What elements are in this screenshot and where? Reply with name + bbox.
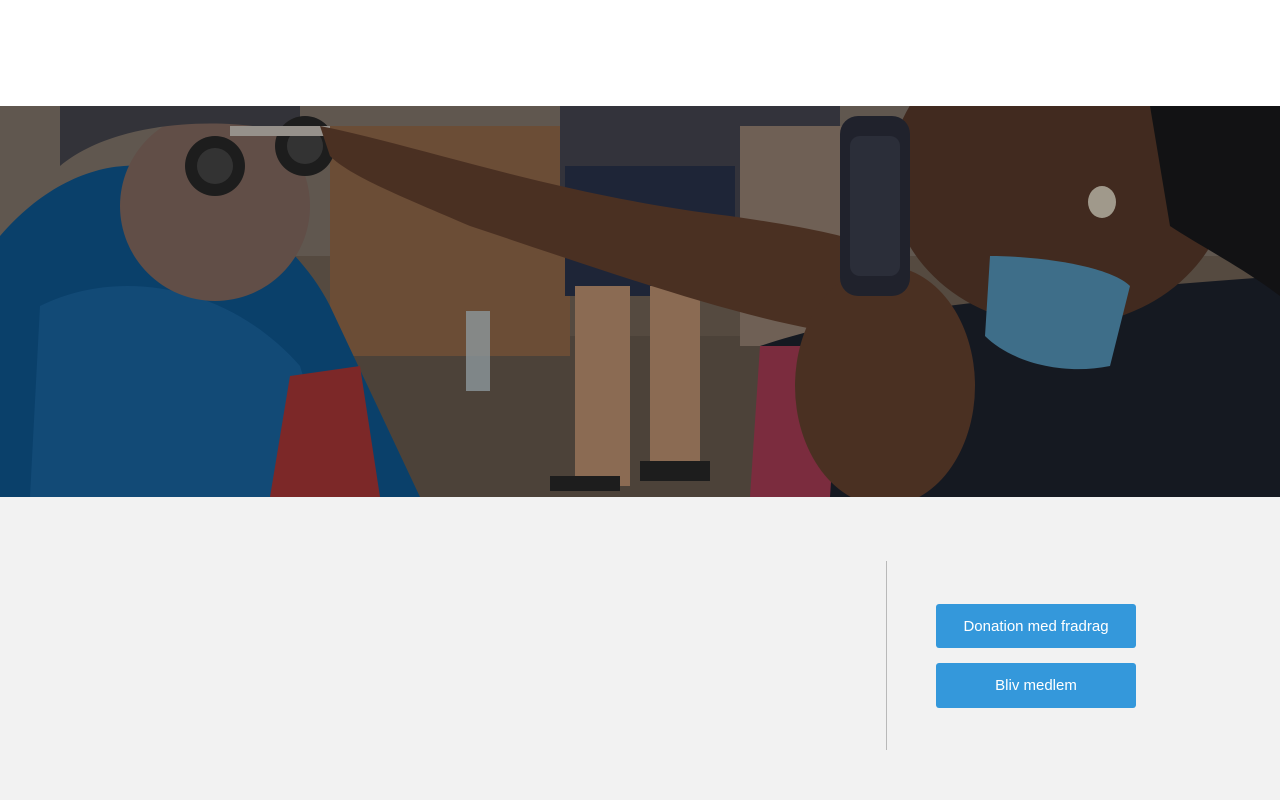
hero-image	[0, 106, 1280, 497]
content-section: Donation med fradrag Bliv medlem	[0, 497, 1280, 800]
become-member-button[interactable]: Bliv medlem	[936, 663, 1136, 708]
donation-button[interactable]: Donation med fradrag	[936, 604, 1136, 648]
vertical-divider	[886, 561, 887, 750]
site-header	[0, 0, 1280, 106]
intro-text	[130, 579, 790, 599]
hero-photo	[0, 106, 1280, 497]
